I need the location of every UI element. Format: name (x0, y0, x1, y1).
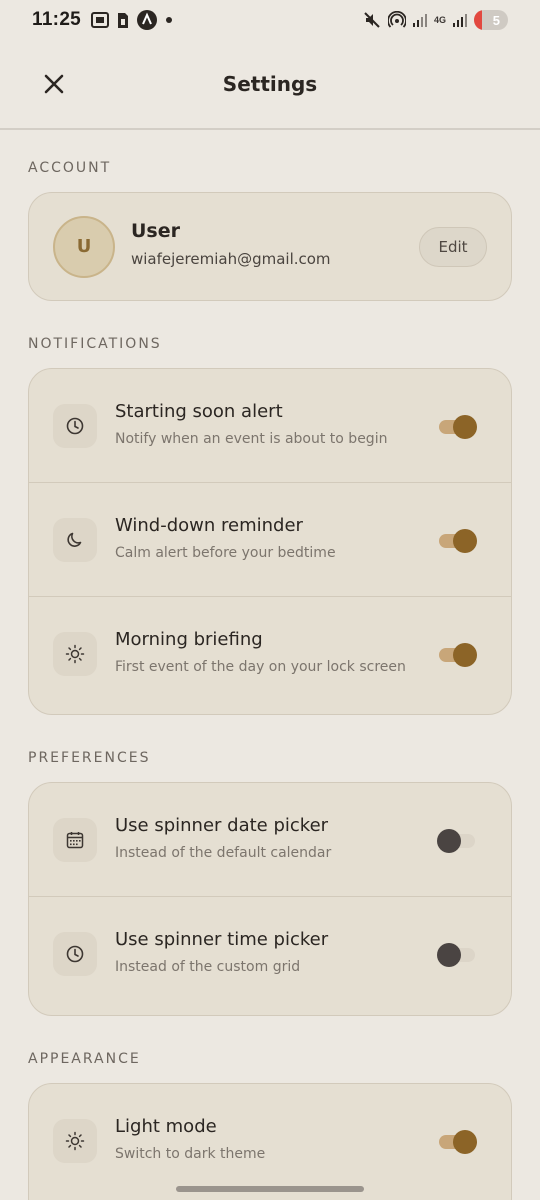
toggle-thumb (437, 943, 461, 967)
mute-icon (363, 11, 381, 29)
toggle-thumb (437, 828, 461, 853)
toggle-thumb (453, 643, 477, 667)
sun-icon (53, 632, 97, 676)
status-icons-right: 4G 5 (363, 10, 508, 30)
section-label-account: ACCOUNT (28, 160, 112, 176)
signal-icon (412, 12, 427, 28)
preferences-card: Use spinner date picker Instead of the d… (28, 782, 512, 1016)
page-title: Settings (222, 72, 318, 96)
setting-subtitle: Instead of the custom grid (115, 959, 301, 975)
edit-account-button[interactable]: Edit (419, 226, 487, 267)
battery-indicator: 5 (474, 10, 508, 30)
toggle-thumb (453, 1130, 477, 1154)
setting-title: Use spinner time picker (115, 929, 329, 950)
sun-icon (53, 1119, 97, 1163)
setting-row-spinner-date[interactable]: Use spinner date picker Instead of the d… (29, 783, 511, 897)
appearance-card: Light mode Switch to dark theme (28, 1083, 512, 1200)
spinner-date-toggle[interactable] (437, 828, 477, 853)
avatar: U (53, 215, 115, 278)
close-icon (44, 74, 64, 94)
account-name: User (131, 219, 180, 242)
sim-icon (117, 12, 129, 29)
setting-title: Morning briefing (115, 629, 263, 650)
setting-title: Use spinner date picker (115, 814, 329, 836)
setting-subtitle: Instead of the default calendar (115, 844, 332, 861)
setting-text: Use spinner time picker Instead of the c… (115, 929, 328, 975)
setting-subtitle: Calm alert before your bedtime (115, 544, 336, 561)
network-type: 4G (433, 14, 446, 25)
moon-icon (53, 517, 97, 562)
setting-row-spinner-time[interactable]: Use spinner time picker Instead of the c… (29, 897, 511, 1011)
setting-title: Wind-down reminder (115, 514, 303, 536)
account-info: User wiafejeremiah@gmail.com (131, 220, 331, 268)
morning-briefing-toggle[interactable] (439, 643, 477, 667)
setting-subtitle: First event of the day on your lock scre… (115, 659, 406, 675)
setting-row-wind-down[interactable]: Wind-down reminder Calm alert before you… (29, 483, 511, 597)
dot-icon (165, 16, 173, 24)
calendar-icon (53, 817, 97, 862)
toggle-thumb (453, 528, 477, 553)
signal-icon (453, 12, 467, 28)
status-time: 11:25 (32, 9, 82, 30)
home-indicator[interactable] (176, 1186, 364, 1192)
account-card: U User wiafejeremiah@gmail.com Edit (28, 192, 512, 301)
notifications-card: Starting soon alert Notify when an event… (28, 368, 512, 715)
clock-icon (53, 932, 97, 976)
setting-text: Light mode Switch to dark theme (115, 1116, 265, 1162)
status-icons-left (91, 10, 173, 30)
setting-title: Light mode (115, 1116, 217, 1137)
light-mode-toggle[interactable] (439, 1130, 477, 1154)
toggle-thumb (453, 414, 477, 439)
setting-text: Wind-down reminder Calm alert before you… (115, 515, 336, 561)
starting-soon-toggle[interactable] (439, 414, 477, 439)
app-a-icon (137, 10, 158, 30)
screenshot-icon (91, 12, 110, 28)
hotspot-icon (387, 11, 406, 29)
wind-down-toggle[interactable] (439, 528, 477, 553)
setting-row-morning-briefing[interactable]: Morning briefing First event of the day … (29, 597, 511, 711)
setting-text: Morning briefing First event of the day … (115, 629, 406, 675)
setting-text: Starting soon alert Notify when an event… (115, 401, 387, 447)
setting-row-starting-soon[interactable]: Starting soon alert Notify when an event… (29, 369, 511, 483)
status-bar: 11:25 4G 5 (0, 0, 540, 40)
setting-row-light-mode[interactable]: Light mode Switch to dark theme (29, 1084, 511, 1198)
setting-title: Starting soon alert (115, 400, 283, 422)
top-app-bar: Settings (0, 40, 540, 130)
setting-subtitle: Switch to dark theme (115, 1146, 266, 1162)
battery-level: 5 (492, 12, 500, 28)
setting-subtitle: Notify when an event is about to begin (115, 430, 388, 447)
setting-text: Use spinner date picker Instead of the d… (115, 815, 331, 861)
clock-icon (53, 403, 97, 448)
close-button[interactable] (36, 66, 72, 102)
account-email: wiafejeremiah@gmail.com (131, 249, 331, 268)
spinner-time-toggle[interactable] (437, 943, 477, 967)
section-label-appearance: APPEARANCE (28, 1051, 141, 1067)
section-label-preferences: PREFERENCES (28, 750, 151, 766)
section-label-notifications: NOTIFICATIONS (28, 336, 162, 352)
